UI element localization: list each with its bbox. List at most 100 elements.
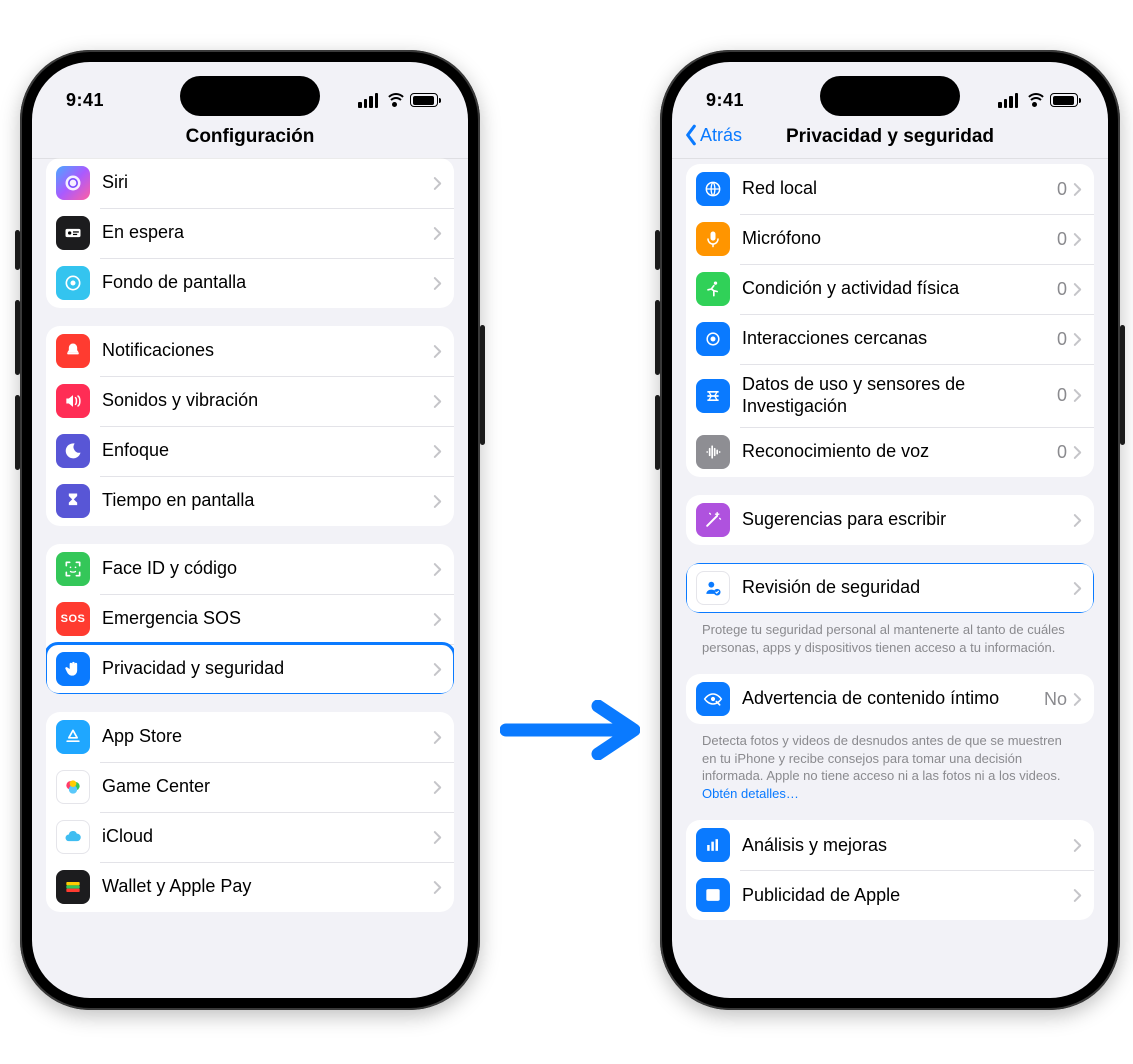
settings-group: Face ID y código SOS Emergencia SOS Privaci… [46, 544, 454, 694]
row-label: Reconocimiento de voz [742, 437, 1057, 467]
settings-row[interactable]: Publicidad de Apple [686, 870, 1094, 920]
settings-row[interactable]: Datos de uso y sensores de Investigación… [686, 364, 1094, 427]
status-time: 9:41 [706, 90, 744, 111]
settings-group: Revisión de seguridad [686, 563, 1094, 613]
settings-row[interactable]: Revisión de seguridad [686, 563, 1094, 613]
wand-icon [696, 503, 730, 537]
row-label: Siri [102, 168, 433, 198]
settings-row[interactable]: Siri [46, 158, 454, 208]
chevron-right-icon [433, 662, 442, 677]
chevron-right-icon [433, 494, 442, 509]
row-label: Revisión de seguridad [742, 573, 1073, 603]
voice-icon [696, 435, 730, 469]
battery-icon [1050, 93, 1078, 107]
settings-row[interactable]: Condición y actividad física0 [686, 264, 1094, 314]
moon-icon [56, 434, 90, 468]
ads-icon [696, 878, 730, 912]
wallpaper-icon [56, 266, 90, 300]
row-detail: 0 [1057, 279, 1067, 300]
settings-row[interactable]: Enfoque [46, 426, 454, 476]
back-button[interactable]: Atrás [684, 124, 742, 146]
arrow-icon [500, 700, 640, 765]
settings-row[interactable]: Interacciones cercanas0 [686, 314, 1094, 364]
row-label: App Store [102, 722, 433, 752]
settings-row[interactable]: Privacidad y seguridad [46, 644, 454, 694]
cellular-icon [998, 93, 1018, 108]
status-time: 9:41 [66, 90, 104, 111]
settings-row[interactable]: Reconocimiento de voz0 [686, 427, 1094, 477]
row-label: Game Center [102, 772, 433, 802]
row-label: Privacidad y seguridad [102, 654, 433, 684]
settings-row[interactable]: Sugerencias para escribir [686, 495, 1094, 545]
chevron-right-icon [433, 344, 442, 359]
settings-row[interactable]: Advertencia de contenido íntimoNo [686, 674, 1094, 724]
chevron-right-icon [1073, 445, 1082, 460]
group-footer: Detecta fotos y videos de desnudos antes… [686, 724, 1094, 802]
chevron-right-icon [433, 176, 442, 191]
row-label: Emergencia SOS [102, 604, 433, 634]
row-detail: 0 [1057, 329, 1067, 350]
screen-privacy: 9:41 Atrás Privacidad y seguridad Red lo… [672, 62, 1108, 998]
row-label: Sugerencias para escribir [742, 505, 1073, 535]
battery-icon [410, 93, 438, 107]
settings-row[interactable]: App Store [46, 712, 454, 762]
chevron-right-icon [1073, 332, 1082, 347]
hourglass-icon [56, 484, 90, 518]
row-label: Advertencia de contenido íntimo [742, 684, 1044, 714]
wifi-icon [1024, 93, 1044, 107]
screen-settings: 9:41 Configuración Siri En espera Fondo de… [32, 62, 468, 998]
chevron-right-icon [1073, 888, 1082, 903]
wallet-icon [56, 870, 90, 904]
row-label: Condición y actividad física [742, 274, 1057, 304]
row-detail: 0 [1057, 385, 1067, 406]
settings-row[interactable]: Tiempo en pantalla [46, 476, 454, 526]
settings-group: Análisis y mejoras Publicidad de Apple [686, 820, 1094, 920]
research-icon [696, 379, 730, 413]
settings-row[interactable]: SOS Emergencia SOS [46, 594, 454, 644]
row-detail: 0 [1057, 442, 1067, 463]
settings-row[interactable]: iCloud [46, 812, 454, 862]
settings-row[interactable]: Notificaciones [46, 326, 454, 376]
settings-row[interactable]: Sonidos y vibración [46, 376, 454, 426]
settings-group: Advertencia de contenido íntimoNo [686, 674, 1094, 724]
settings-row[interactable]: Game Center [46, 762, 454, 812]
chevron-right-icon [433, 830, 442, 845]
gamecenter-icon [56, 770, 90, 804]
standby-icon [56, 216, 90, 250]
chevron-right-icon [433, 880, 442, 895]
settings-row[interactable]: Micrófono0 [686, 214, 1094, 264]
settings-row[interactable]: Face ID y código [46, 544, 454, 594]
footer-link[interactable]: Obtén detalles… [702, 786, 799, 801]
privacy-list[interactable]: Red local0Micrófono0Condición y activida… [672, 158, 1108, 998]
row-label: Enfoque [102, 436, 433, 466]
chevron-right-icon [1073, 388, 1082, 403]
cellular-icon [358, 93, 378, 108]
chevron-right-icon [1073, 581, 1082, 596]
settings-row[interactable]: Wallet y Apple Pay [46, 862, 454, 912]
icloud-icon [56, 820, 90, 854]
eye-icon [696, 682, 730, 716]
settings-row[interactable]: Análisis y mejoras [686, 820, 1094, 870]
analytics-icon [696, 828, 730, 862]
globe-icon [696, 172, 730, 206]
row-label: Datos de uso y sensores de Investigación [742, 370, 1057, 421]
settings-row[interactable]: Red local0 [686, 164, 1094, 214]
phone-right: 9:41 Atrás Privacidad y seguridad Red lo… [660, 50, 1120, 1010]
row-label: Publicidad de Apple [742, 881, 1073, 911]
safetycheck-icon [696, 571, 730, 605]
nearby-icon [696, 322, 730, 356]
chevron-right-icon [1073, 692, 1082, 707]
sos-icon: SOS [56, 602, 90, 636]
settings-list[interactable]: Siri En espera Fondo de pantalla Notificaci… [32, 158, 468, 998]
nav-bar: Configuración [32, 122, 468, 158]
row-label: Red local [742, 174, 1057, 204]
settings-group: App Store Game Center iCloudWallet y Apple… [46, 712, 454, 912]
bell-icon [56, 334, 90, 368]
chevron-right-icon [433, 612, 442, 627]
settings-row[interactable]: Fondo de pantalla [46, 258, 454, 308]
settings-row[interactable]: En espera [46, 208, 454, 258]
settings-group: Sugerencias para escribir [686, 495, 1094, 545]
chevron-right-icon [433, 562, 442, 577]
row-label: Fondo de pantalla [102, 268, 433, 298]
settings-group: Siri En espera Fondo de pantalla [46, 158, 454, 308]
